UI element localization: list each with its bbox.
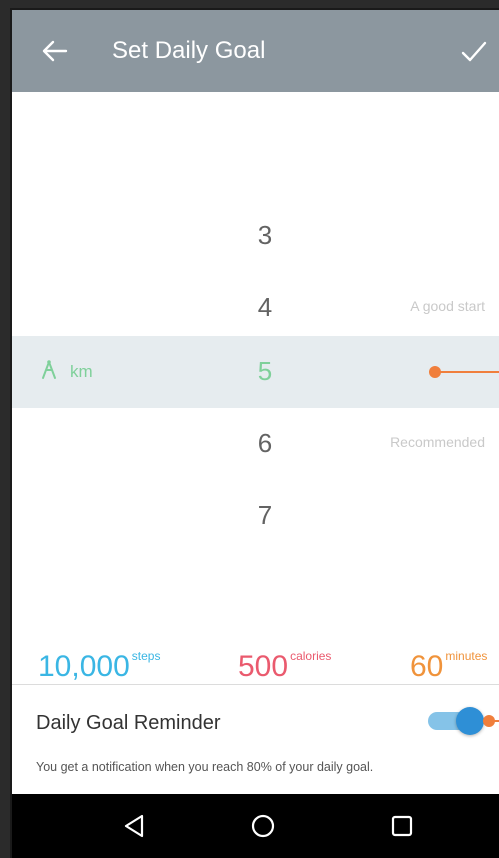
circle-home-icon[interactable]: [249, 812, 277, 840]
picker-row[interactable]: 4 A good start: [12, 272, 499, 344]
arrow-left-icon[interactable]: [38, 34, 72, 68]
picker-hint: A good start: [410, 298, 485, 314]
square-recents-icon[interactable]: [388, 812, 416, 840]
picker-row[interactable]: 7: [12, 480, 499, 552]
walker-icon: [42, 360, 56, 379]
picker-hint: Recommended: [390, 434, 485, 450]
system-nav-bar: [12, 794, 499, 858]
triangle-back-icon[interactable]: [120, 812, 148, 840]
calories-unit: calories: [290, 649, 332, 663]
steps-value: 10,000: [38, 650, 130, 683]
picker-row-selected[interactable]: km 5: [12, 336, 499, 408]
calories-stat: 500 calories: [238, 649, 332, 683]
divider: [12, 684, 499, 685]
toggle-thumb: [456, 707, 484, 735]
page-title: Set Daily Goal: [112, 37, 266, 64]
minutes-stat: 60 minutes: [410, 649, 488, 683]
unit-label: km: [70, 362, 93, 381]
minutes-value: 60: [410, 650, 444, 683]
reminder-toggle[interactable]: [428, 704, 484, 738]
picker-row[interactable]: 6 Recommended: [12, 408, 499, 480]
annotation-pointer: [483, 715, 499, 727]
app-bar: Set Daily Goal: [12, 10, 499, 92]
calories-value: 500: [238, 650, 289, 683]
phone-screen: Set Daily Goal 3 4 A good start km 5 6 R…: [10, 8, 499, 858]
goal-equivalents: 10,000 steps 500 calories 60 minutes: [12, 638, 499, 682]
picker-row[interactable]: 3: [12, 200, 499, 272]
picker-value: 6: [257, 428, 273, 458]
picker-value: 4: [257, 292, 273, 322]
reminder-description: You get a notification when you reach 80…: [36, 760, 374, 774]
minutes-unit: minutes: [445, 649, 488, 663]
picker-value: 7: [257, 500, 273, 530]
picker-value: 3: [257, 220, 273, 250]
steps-stat: 10,000 steps: [38, 649, 161, 683]
annotation-pointer: [429, 366, 499, 378]
checkmark-icon[interactable]: [458, 36, 490, 68]
picker-value-selected: 5: [257, 356, 273, 386]
steps-unit: steps: [131, 649, 161, 663]
reminder-title: Daily Goal Reminder: [36, 712, 221, 734]
